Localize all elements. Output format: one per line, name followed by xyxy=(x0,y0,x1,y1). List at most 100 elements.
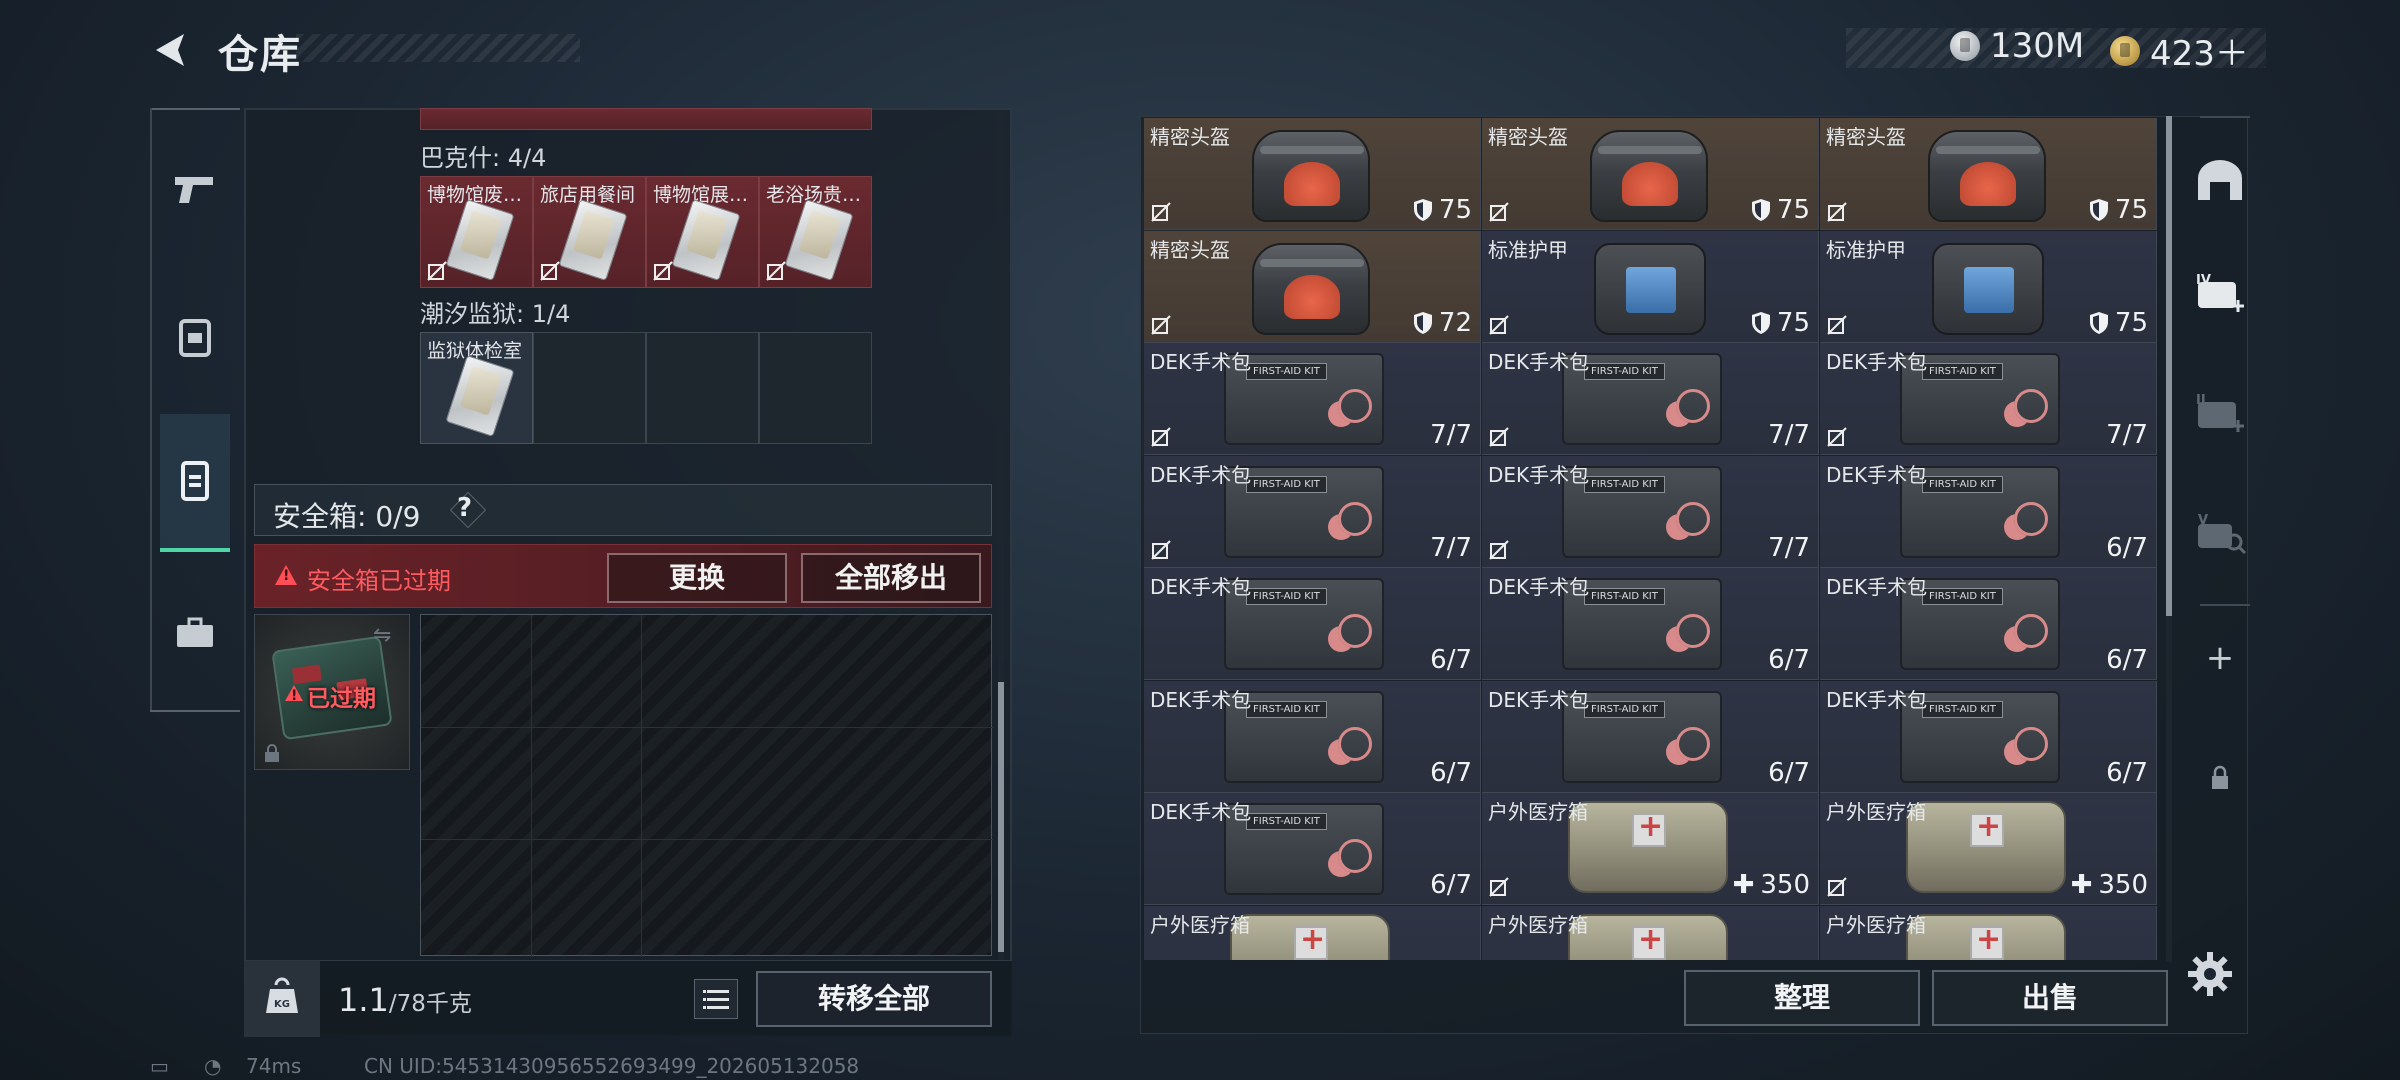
currency-silver: 130M xyxy=(1950,26,2084,66)
stash-item[interactable]: DEK手术包 6/7 xyxy=(1144,568,1481,680)
stash-item[interactable]: DEK手术包 7/7 xyxy=(1820,343,2157,455)
stash-item[interactable]: DEK手术包 7/7 xyxy=(1144,343,1481,455)
nav-storage[interactable] xyxy=(160,414,230,552)
item-value-text: 75 xyxy=(2114,195,2148,225)
outdoor-image xyxy=(1230,913,1390,960)
no-sell-icon xyxy=(1151,202,1171,222)
shield-icon xyxy=(2089,199,2108,221)
right-scrollbar-thumb[interactable] xyxy=(2166,116,2172,616)
stash-item[interactable]: DEK手术包 6/7 xyxy=(1820,680,2157,793)
stash-item[interactable]: 标准护甲 75 xyxy=(1482,230,1819,343)
stash-item[interactable]: 精密头盔 75 xyxy=(1144,118,1481,230)
shield-icon xyxy=(1413,199,1432,221)
grid-line xyxy=(641,615,642,957)
warning-icon xyxy=(275,565,297,585)
stash-item[interactable]: 精密头盔 75 xyxy=(1820,118,2157,230)
stash-item[interactable]: DEK手术包 6/7 xyxy=(1482,568,1819,680)
level-iv-add-icon: IV xyxy=(2196,273,2244,312)
safebox-header: 安全箱: 0/9 ? xyxy=(254,484,992,536)
outdoor-image xyxy=(1906,801,2066,893)
stash-item[interactable]: DEK手术包 6/7 xyxy=(1482,680,1819,793)
pistol-icon xyxy=(175,177,213,203)
item-value: ✚ 350 xyxy=(1733,870,1810,900)
keycard-slot[interactable]: 监狱体检室 xyxy=(420,332,533,444)
shield-icon xyxy=(1751,199,1770,221)
helmet-image xyxy=(1928,130,2046,222)
item-value-text: 6/7 xyxy=(1430,870,1472,900)
item-name: DEK手术包 xyxy=(1826,575,1928,599)
item-value-text: 75 xyxy=(1438,195,1472,225)
item-name: DEK手术包 xyxy=(1826,462,1928,487)
right-nav-vault[interactable] xyxy=(2180,140,2260,220)
stash-item[interactable]: 精密头盔 75 xyxy=(1482,118,1819,230)
help-icon[interactable]: ? xyxy=(457,493,472,523)
item-name: 标准护甲 xyxy=(1826,237,1906,262)
weight-icon-box: KG xyxy=(244,961,320,1037)
weight-kg-icon: KG xyxy=(266,977,298,1013)
item-value: 75 xyxy=(2089,195,2148,225)
keycard-icon xyxy=(445,198,515,282)
right-nav-level-v[interactable]: V xyxy=(2180,494,2260,574)
stash-item[interactable]: DEK手术包 7/7 xyxy=(1144,455,1481,568)
nav-backpack[interactable] xyxy=(160,292,230,382)
settings-gear-icon[interactable] xyxy=(2186,950,2234,998)
stash-item[interactable]: DEK手术包 6/7 xyxy=(1820,568,2157,680)
stash-item[interactable]: 标准护甲 75 xyxy=(1820,230,2157,343)
outdoor-image xyxy=(1568,801,1728,893)
item-value: 6/7 xyxy=(1430,870,1472,900)
stash-item[interactable]: DEK手术包 7/7 xyxy=(1482,455,1819,568)
item-value-text: 75 xyxy=(1776,307,1810,338)
nav-weapons[interactable] xyxy=(160,144,230,234)
stash-item[interactable]: DEK手术包 6/7 xyxy=(1144,793,1481,905)
right-nav-level-ii[interactable]: II xyxy=(2180,374,2260,454)
stash-item[interactable]: DEK手术包 6/7 xyxy=(1820,455,2157,568)
item-name: DEK手术包 xyxy=(1150,687,1252,712)
outdoor-image xyxy=(1906,913,2066,960)
safebox-slot[interactable]: ⇋ 已过期 xyxy=(254,614,410,770)
right-nav-level-iv[interactable]: IV xyxy=(2180,254,2260,334)
empty-slot[interactable] xyxy=(533,332,646,444)
item-value-text: 350 xyxy=(1760,870,1810,900)
section-label-prison: 潮汐监狱: 1/4 xyxy=(420,300,571,328)
level-v-search-icon: V xyxy=(2198,513,2247,555)
empty-slot[interactable] xyxy=(759,332,872,444)
swap-icon[interactable]: ⇋ xyxy=(373,623,403,648)
item-name: 户外医疗箱 xyxy=(1488,800,1588,824)
shield-icon xyxy=(1751,311,1770,334)
item-value-text: 7/7 xyxy=(1430,532,1472,563)
nav-equipment[interactable] xyxy=(160,588,230,678)
item-value-text: 75 xyxy=(1776,195,1810,225)
safebox-grid[interactable] xyxy=(420,614,993,957)
grid-line xyxy=(421,839,993,840)
stash-item[interactable]: 户外医疗箱 xyxy=(1820,905,2157,960)
item-value: 7/7 xyxy=(1430,420,1472,450)
stash-item[interactable]: 户外医疗箱 xyxy=(1482,905,1819,960)
no-sell-icon xyxy=(1489,314,1509,335)
currency-gold[interactable]: 423＋ xyxy=(2110,26,2249,75)
svg-text:V: V xyxy=(2198,513,2208,528)
right-nav-add[interactable]: + xyxy=(2180,618,2260,698)
item-value-text: 7/7 xyxy=(1768,532,1810,563)
weight-readout: 1.1/78千克 xyxy=(338,981,472,1019)
transfer-all-button[interactable]: 转移全部 xyxy=(756,971,992,1027)
left-scrollbar-thumb[interactable] xyxy=(998,682,1004,952)
stash-item[interactable]: 户外医疗箱 ✚350 xyxy=(1820,793,2157,905)
item-value-text: 75 xyxy=(2114,307,2148,338)
stash-item[interactable]: 户外医疗箱 xyxy=(1144,905,1481,960)
stash-item[interactable]: DEK手术包 7/7 xyxy=(1482,343,1819,455)
stash-item[interactable]: 户外医疗箱 ✚350 xyxy=(1482,793,1819,905)
safebox-title: 安全箱: 0/9 xyxy=(273,500,421,533)
stash-item[interactable]: DEK手术包 6/7 xyxy=(1144,680,1481,793)
stash-item[interactable]: 精密头盔 72 xyxy=(1144,230,1481,343)
move-all-button[interactable]: 全部移出 xyxy=(801,553,981,603)
replace-button[interactable]: 更换 xyxy=(607,553,787,603)
right-nav-divider xyxy=(2200,604,2250,606)
right-nav-lock[interactable] xyxy=(2180,738,2260,818)
right-scrollbar[interactable] xyxy=(2166,116,2172,962)
sell-button[interactable]: 出售 xyxy=(1932,970,2168,1026)
left-scrollbar[interactable] xyxy=(998,112,1004,960)
list-view-button[interactable] xyxy=(694,979,738,1019)
sort-button[interactable]: 整理 xyxy=(1684,970,1920,1026)
back-arrow-icon[interactable] xyxy=(148,28,192,72)
empty-slot[interactable] xyxy=(646,332,759,444)
